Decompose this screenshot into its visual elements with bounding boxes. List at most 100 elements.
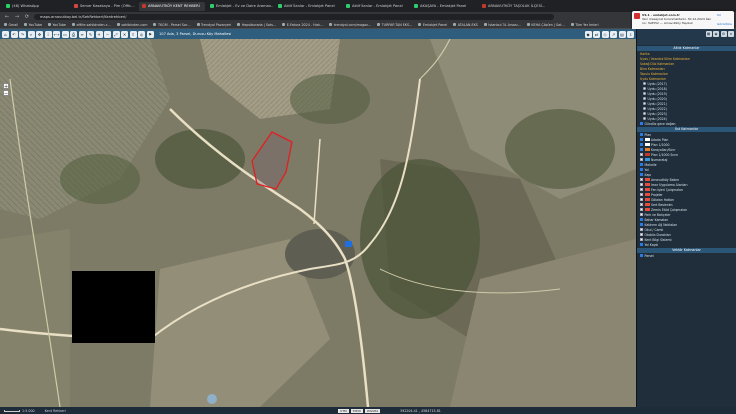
bookmark-item[interactable]: Emlakjet Panel: [418, 23, 447, 27]
checkbox[interactable]: [640, 203, 643, 206]
checkbox[interactable]: [640, 254, 643, 257]
checkbox[interactable]: [640, 173, 643, 176]
zoom-in-button[interactable]: +: [3, 83, 9, 90]
overlay-checkbox-row[interactable]: Gündüz gece doğan: [637, 121, 736, 126]
browser-tab[interactable]: ARNAVUTKÖY TAŞOLUK İLÇESİ…: [479, 2, 545, 11]
browser-tab[interactable]: ARNAVUTKÖY KENT REHBERİ: [139, 1, 205, 11]
zoom-out-button[interactable]: −: [3, 90, 9, 97]
radio-button[interactable]: [643, 87, 646, 90]
checkbox[interactable]: [640, 163, 643, 166]
bookmark-item[interactable]: ATALAN-EKS: [453, 23, 478, 27]
radio-button[interactable]: [643, 97, 646, 100]
radio-button[interactable]: [643, 112, 646, 115]
radio-button[interactable]: [643, 92, 646, 95]
checkbox[interactable]: [640, 138, 643, 141]
radio-button[interactable]: [643, 107, 646, 110]
checkbox[interactable]: [640, 133, 643, 136]
cad-icon[interactable]: ◇: [601, 30, 609, 38]
browser-tab[interactable]: Aktif İlanlar - Emlakjet Panel: [275, 2, 341, 11]
checkbox[interactable]: [640, 143, 643, 146]
bookmark-item[interactable]: YouTube: [24, 23, 42, 27]
checkbox[interactable]: [640, 148, 643, 151]
projection-button[interactable]: TM30: [350, 408, 363, 413]
bookmark-item[interactable]: Trendyol Pazaryeri: [196, 23, 231, 27]
erase-icon[interactable]: ✕: [121, 30, 128, 38]
checkbox[interactable]: [640, 178, 643, 181]
vector-layer-item[interactable]: Parsel: [637, 253, 736, 258]
projection-button[interactable]: WGS84: [364, 408, 380, 413]
bookmark-item[interactable]: E-Fatura 2024 - Hızlı…: [282, 23, 323, 27]
bookmark-item[interactable]: KEHA Çözüm | Sat…: [526, 23, 565, 27]
checkbox[interactable]: [640, 233, 643, 236]
radio-button[interactable]: [643, 117, 646, 120]
checkbox[interactable]: [640, 198, 643, 201]
checkbox[interactable]: [640, 243, 643, 246]
checkbox[interactable]: [640, 213, 643, 216]
checkbox[interactable]: [640, 168, 643, 171]
zoom-out-icon[interactable]: −: [104, 30, 111, 38]
bookmark-item[interactable]: Tüm Yer İmleri: [570, 23, 599, 27]
checkbox[interactable]: [640, 228, 643, 231]
browser-tab[interactable]: (48) WhatsApp: [3, 2, 69, 11]
bookmark-item[interactable]: TKGM - Parsel Sor…: [153, 23, 191, 27]
print-icon[interactable]: ⎙: [70, 30, 77, 38]
checkbox[interactable]: [640, 208, 643, 211]
checkbox[interactable]: [640, 122, 643, 125]
draw-icon[interactable]: ✎: [87, 30, 94, 38]
bookmark-item[interactable]: TURPAP-TAN EKS…: [377, 23, 412, 27]
checkbox[interactable]: [640, 238, 643, 241]
redo-icon[interactable]: ↷: [19, 30, 26, 38]
browser-tab[interactable]: AKAŞAYA - Emlakjet Panel: [411, 2, 477, 11]
export-icon[interactable]: ⇩: [627, 30, 634, 38]
bookmark-item[interactable]: eMite.sahibinden.c…: [71, 23, 111, 27]
street-icon[interactable]: ⚑: [146, 30, 154, 38]
notification-view-button[interactable]: Görüntüle: [717, 22, 732, 26]
full-extent-icon[interactable]: ⤢: [112, 30, 120, 38]
settings-icon[interactable]: ⚙: [720, 31, 727, 37]
map-canvas[interactable]: [0, 39, 636, 407]
pan-icon[interactable]: ✥: [36, 30, 43, 38]
browser-tab[interactable]: Emlakjet - Ev ve Daire Aramav…: [207, 2, 273, 11]
checkbox[interactable]: [640, 188, 643, 191]
measure-icon[interactable]: ⟷: [53, 30, 60, 38]
home-icon[interactable]: ⌂: [2, 30, 9, 38]
info-icon[interactable]: i: [44, 30, 52, 38]
checkbox[interactable]: [640, 223, 643, 226]
checkbox[interactable]: [640, 218, 643, 221]
satellite-view-icon[interactable]: ◉: [713, 31, 719, 37]
checkbox[interactable]: [640, 153, 643, 156]
layers-icon[interactable]: ≡: [78, 30, 86, 38]
3d-icon[interactable]: ◆: [584, 30, 592, 38]
url-input[interactable]: maps.arnavutkoy.bel.tr/SehRehberi/Kentre…: [34, 13, 554, 20]
ruler-icon[interactable]: ▤: [618, 30, 626, 38]
bookmark-item[interactable]: YouTube: [48, 23, 66, 27]
checkbox[interactable]: [640, 158, 643, 161]
checkbox[interactable]: [640, 183, 643, 186]
bookmark-item[interactable]: İstanbul 3L Arsası…: [483, 23, 521, 27]
back-icon[interactable]: ←: [4, 14, 10, 20]
overlay-layer-item[interactable]: Yol Kaydı: [637, 242, 736, 247]
share-icon[interactable]: ⇪: [129, 30, 137, 38]
map-view-icon[interactable]: ▦: [705, 31, 712, 37]
bookmark-item[interactable]: Hepsiburada | Sats…: [237, 23, 276, 27]
satellite-map[interactable]: + −: [0, 39, 636, 407]
notification-dismiss-button[interactable]: Sil: [717, 13, 732, 17]
radio-button[interactable]: [643, 82, 646, 85]
projection-button[interactable]: UTM: [338, 408, 349, 413]
panel-close-icon[interactable]: ×: [728, 31, 734, 37]
camera-icon[interactable]: ◎: [138, 30, 145, 38]
compare-icon[interactable]: ⇄: [593, 30, 600, 38]
share2-icon[interactable]: ↗: [610, 30, 617, 38]
area-icon[interactable]: ▭: [61, 30, 69, 38]
browser-tab[interactable]: Aktif İlanlar - Emlakjet Panel: [343, 2, 409, 11]
bookmark-item[interactable]: Gmail: [4, 23, 18, 27]
radio-button[interactable]: [643, 102, 646, 105]
zoom-in-icon[interactable]: +: [95, 30, 103, 38]
checkbox[interactable]: [640, 193, 643, 196]
search-icon[interactable]: ⌕: [27, 30, 35, 38]
browser-tab[interactable]: Server Kasakaya - Plm (Offic…: [71, 2, 137, 11]
bookmark-item[interactable]: trendyol.com/magaz…: [329, 23, 371, 27]
reload-icon[interactable]: ⟳: [24, 14, 30, 20]
forward-icon[interactable]: →: [14, 14, 20, 20]
bookmark-item[interactable]: sahibinden.com: [116, 23, 147, 27]
